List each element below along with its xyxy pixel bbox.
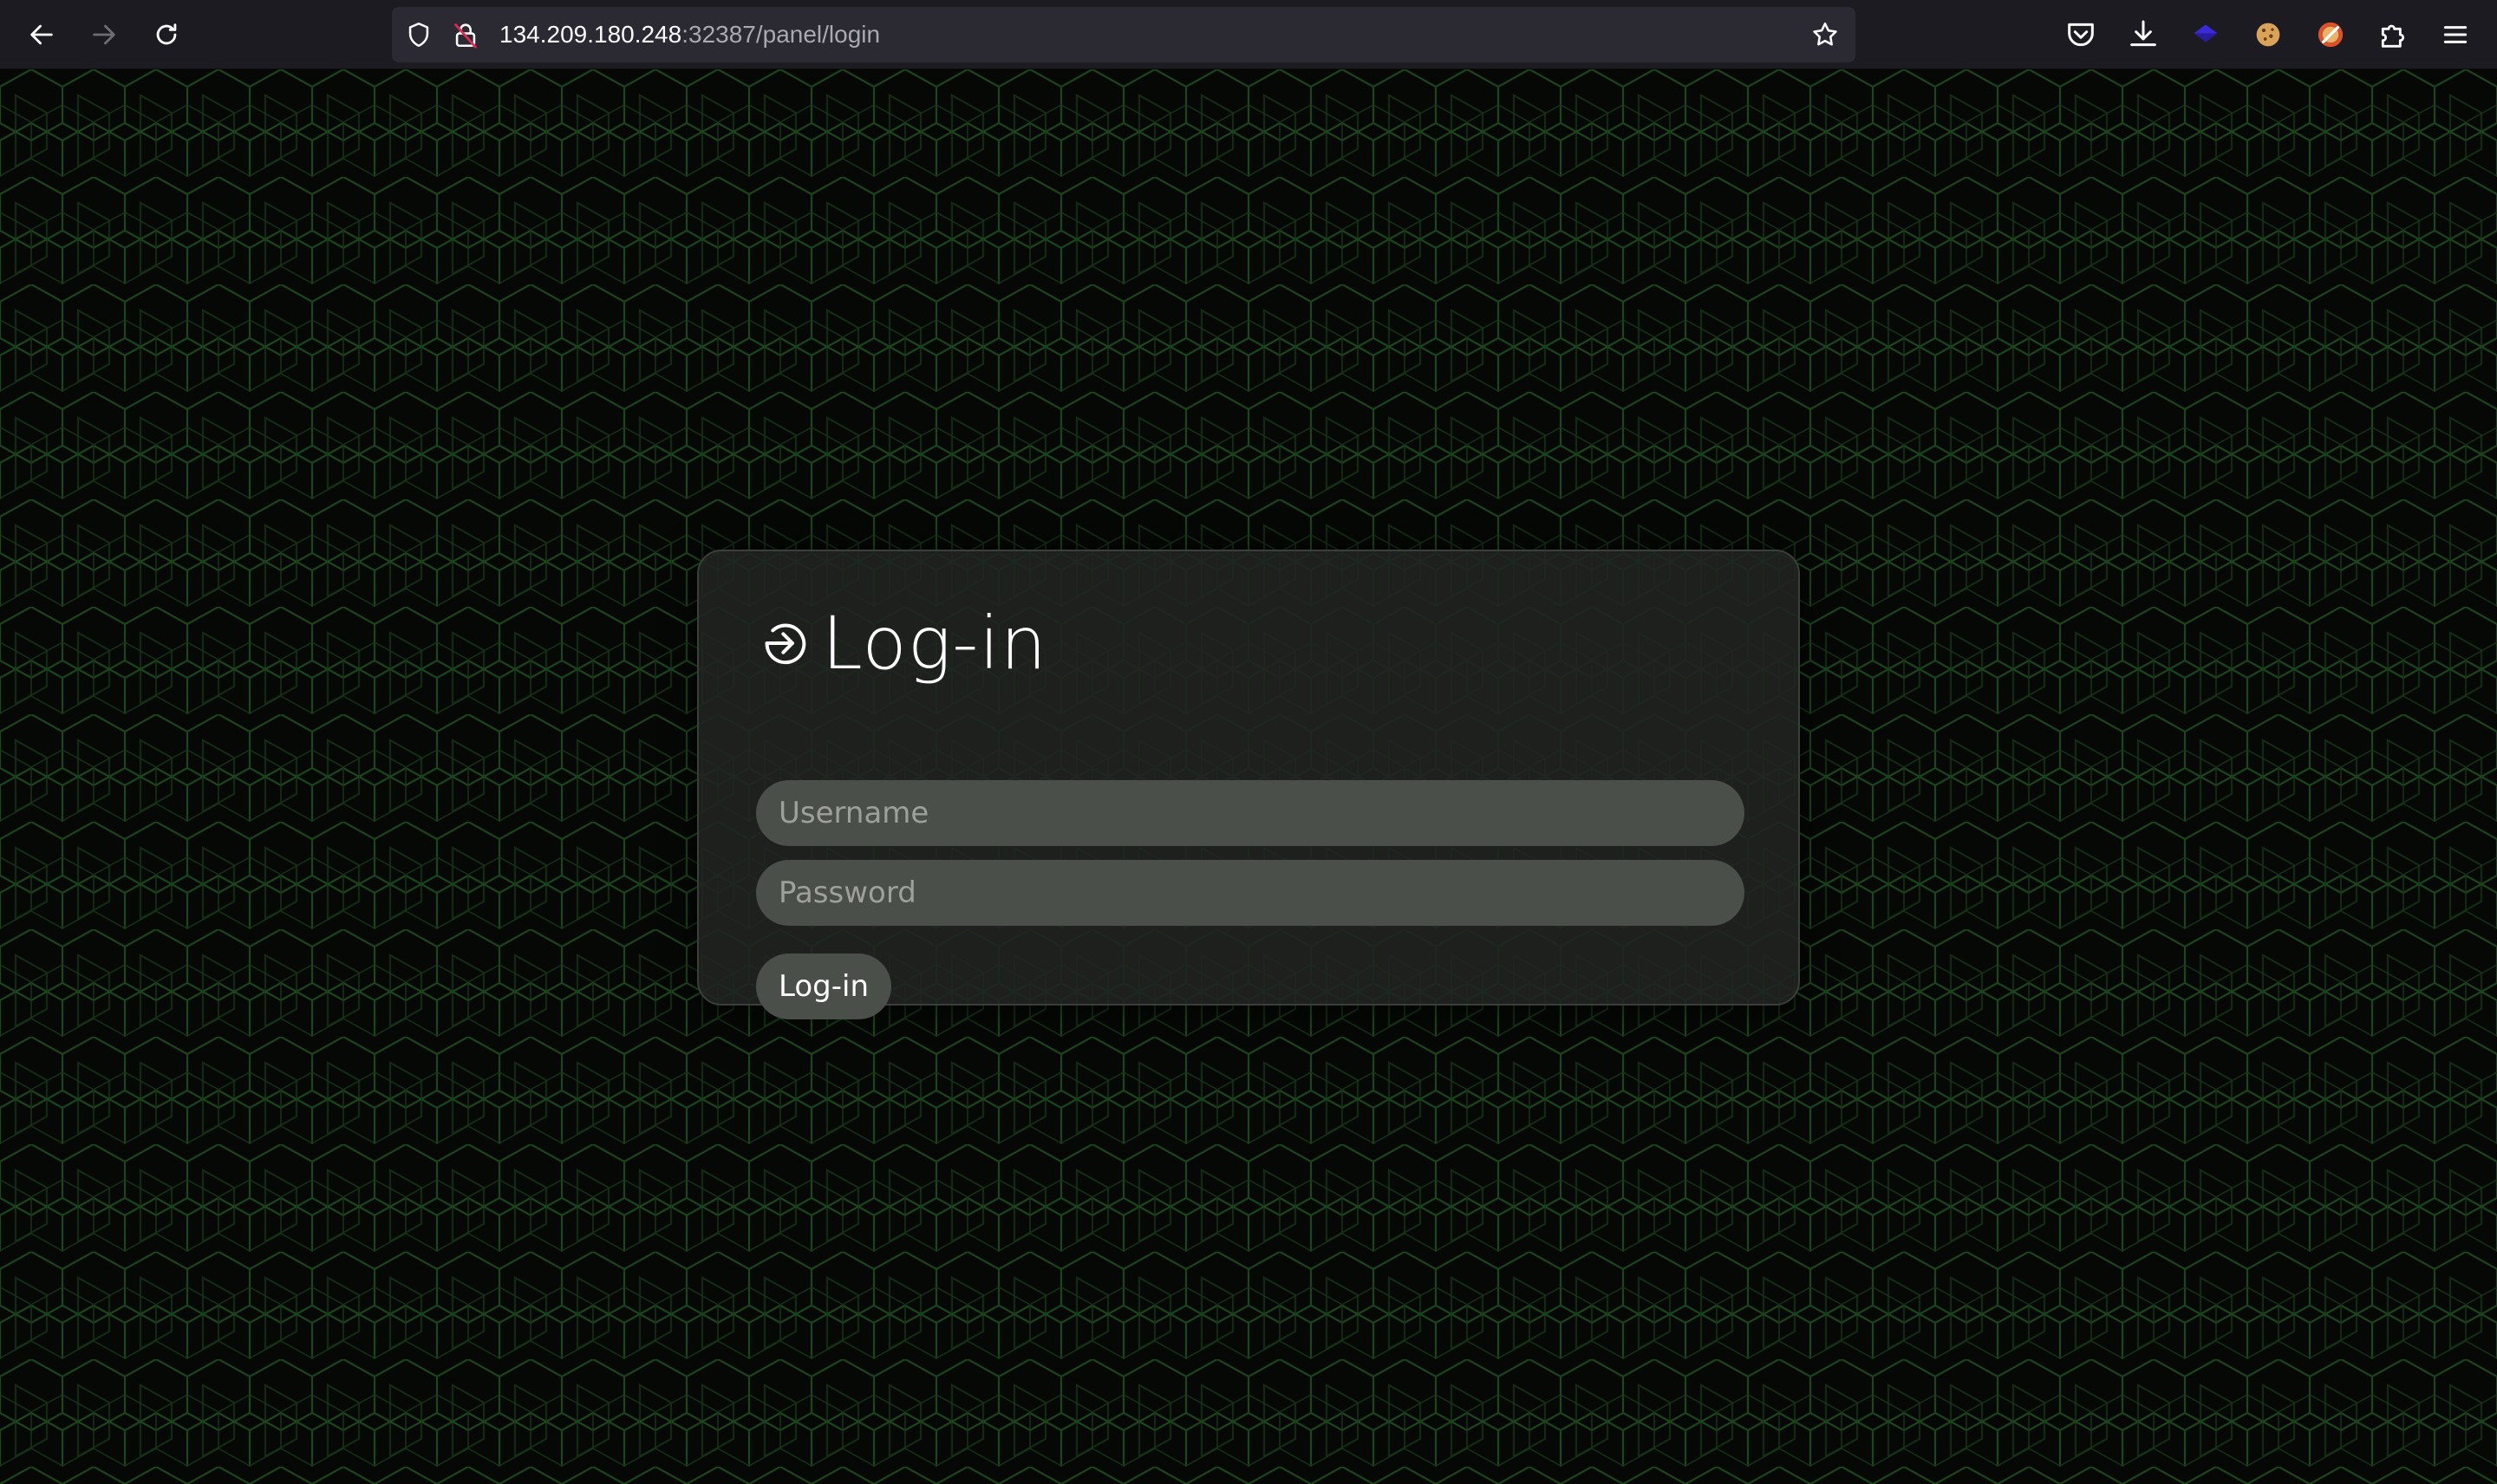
- login-card: Log-in Log-in: [697, 550, 1800, 1019]
- insecure-lock-icon[interactable]: [451, 20, 480, 49]
- password-input[interactable]: [756, 860, 1744, 926]
- url-host: 134.209.180.248: [499, 21, 682, 48]
- login-heading: Log-in: [758, 600, 1047, 687]
- menu-hamburger-icon[interactable]: [2438, 17, 2473, 52]
- forward-button[interactable]: [83, 14, 125, 55]
- cookie-editor-extension-icon[interactable]: [2313, 17, 2348, 52]
- pocket-icon[interactable]: [2063, 17, 2098, 52]
- downloads-icon[interactable]: [2126, 17, 2161, 52]
- back-button[interactable]: [21, 14, 62, 55]
- cookie-extension-icon[interactable]: [2251, 17, 2285, 52]
- reload-button[interactable]: [146, 14, 187, 55]
- username-input[interactable]: [756, 780, 1744, 846]
- reload-icon: [156, 23, 177, 45]
- url-path: :32387/panel/login: [681, 21, 881, 48]
- login-button[interactable]: Log-in: [756, 954, 891, 1019]
- forward-arrow-icon: [93, 24, 115, 45]
- shield-icon[interactable]: [404, 20, 434, 49]
- extensions-puzzle-icon[interactable]: [2376, 17, 2410, 52]
- bookmark-star-icon[interactable]: [1810, 20, 1840, 49]
- browser-toolbar: 134.209.180.248:32387/panel/login: [0, 0, 2497, 69]
- url-text[interactable]: 134.209.180.248:32387/panel/login: [499, 7, 880, 62]
- purple-extension-icon[interactable]: [2188, 17, 2223, 52]
- address-bar[interactable]: 134.209.180.248:32387/panel/login: [392, 7, 1855, 62]
- login-title: Log-in: [822, 601, 1048, 686]
- login-arrow-icon: [765, 623, 806, 665]
- page-background: Log-in Log-in: [0, 69, 2497, 1484]
- back-arrow-icon: [30, 24, 53, 45]
